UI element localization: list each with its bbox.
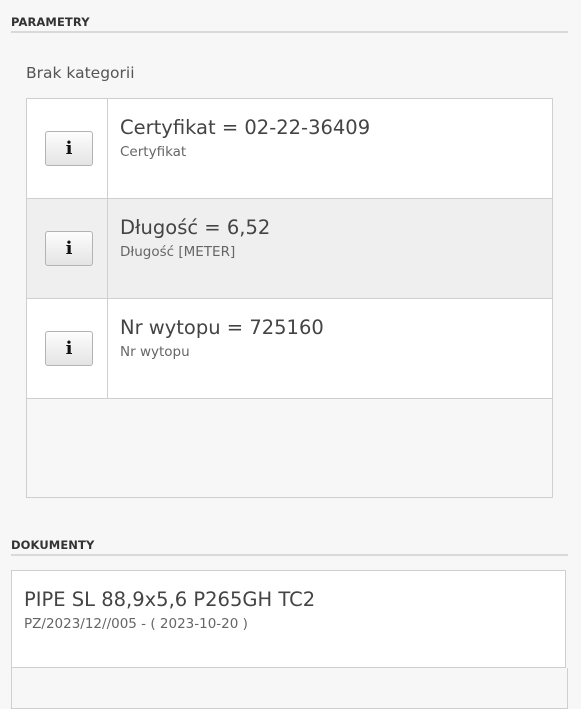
document-item[interactable]: PIPE SL 88,9x5,6 P265GH TC2 PZ/2023/12//…: [11, 570, 566, 668]
parameters-section-header: PARAMETRY: [11, 15, 568, 33]
info-button[interactable]: i: [45, 331, 93, 366]
document-subtitle: PZ/2023/12//005 - ( 2023-10-20 ): [24, 616, 248, 632]
parameter-row-certyfikat: i Certyfikat = 02-22-36409 Certyfikat: [27, 99, 552, 199]
parameters-table: i Certyfikat = 02-22-36409 Certyfikat i …: [26, 98, 553, 498]
category-label: Brak kategorii: [26, 64, 135, 82]
parameter-text-cell: Nr wytopu = 725160 Nr wytopu: [108, 299, 552, 398]
document-title: PIPE SL 88,9x5,6 P265GH TC2: [24, 588, 316, 611]
info-icon: i: [65, 338, 73, 359]
parameter-button-cell: i: [27, 199, 108, 298]
info-icon: i: [65, 138, 73, 159]
parameter-subtitle: Nr wytopu: [120, 344, 190, 360]
parameter-title: Certyfikat = 02-22-36409: [120, 116, 371, 139]
parameter-button-cell: i: [27, 299, 108, 398]
parameter-title: Długość = 6,52: [120, 216, 271, 239]
parameter-text-cell: Długość = 6,52 Długość [METER]: [108, 199, 552, 298]
parameter-subtitle: Certyfikat: [120, 144, 187, 160]
parameter-row-dlugosc: i Długość = 6,52 Długość [METER]: [27, 199, 552, 299]
parameter-subtitle: Długość [METER]: [120, 244, 236, 260]
info-button[interactable]: i: [45, 131, 93, 166]
info-button[interactable]: i: [45, 231, 93, 266]
parameter-button-cell: i: [27, 99, 108, 198]
info-icon: i: [65, 238, 73, 259]
parameter-title: Nr wytopu = 725160: [120, 316, 324, 339]
document-item-empty: [11, 668, 568, 709]
parameter-row-nr-wytopu: i Nr wytopu = 725160 Nr wytopu: [27, 299, 552, 399]
parameter-text-cell: Certyfikat = 02-22-36409 Certyfikat: [108, 99, 552, 198]
documents-section-header: DOKUMENTY: [11, 538, 568, 556]
